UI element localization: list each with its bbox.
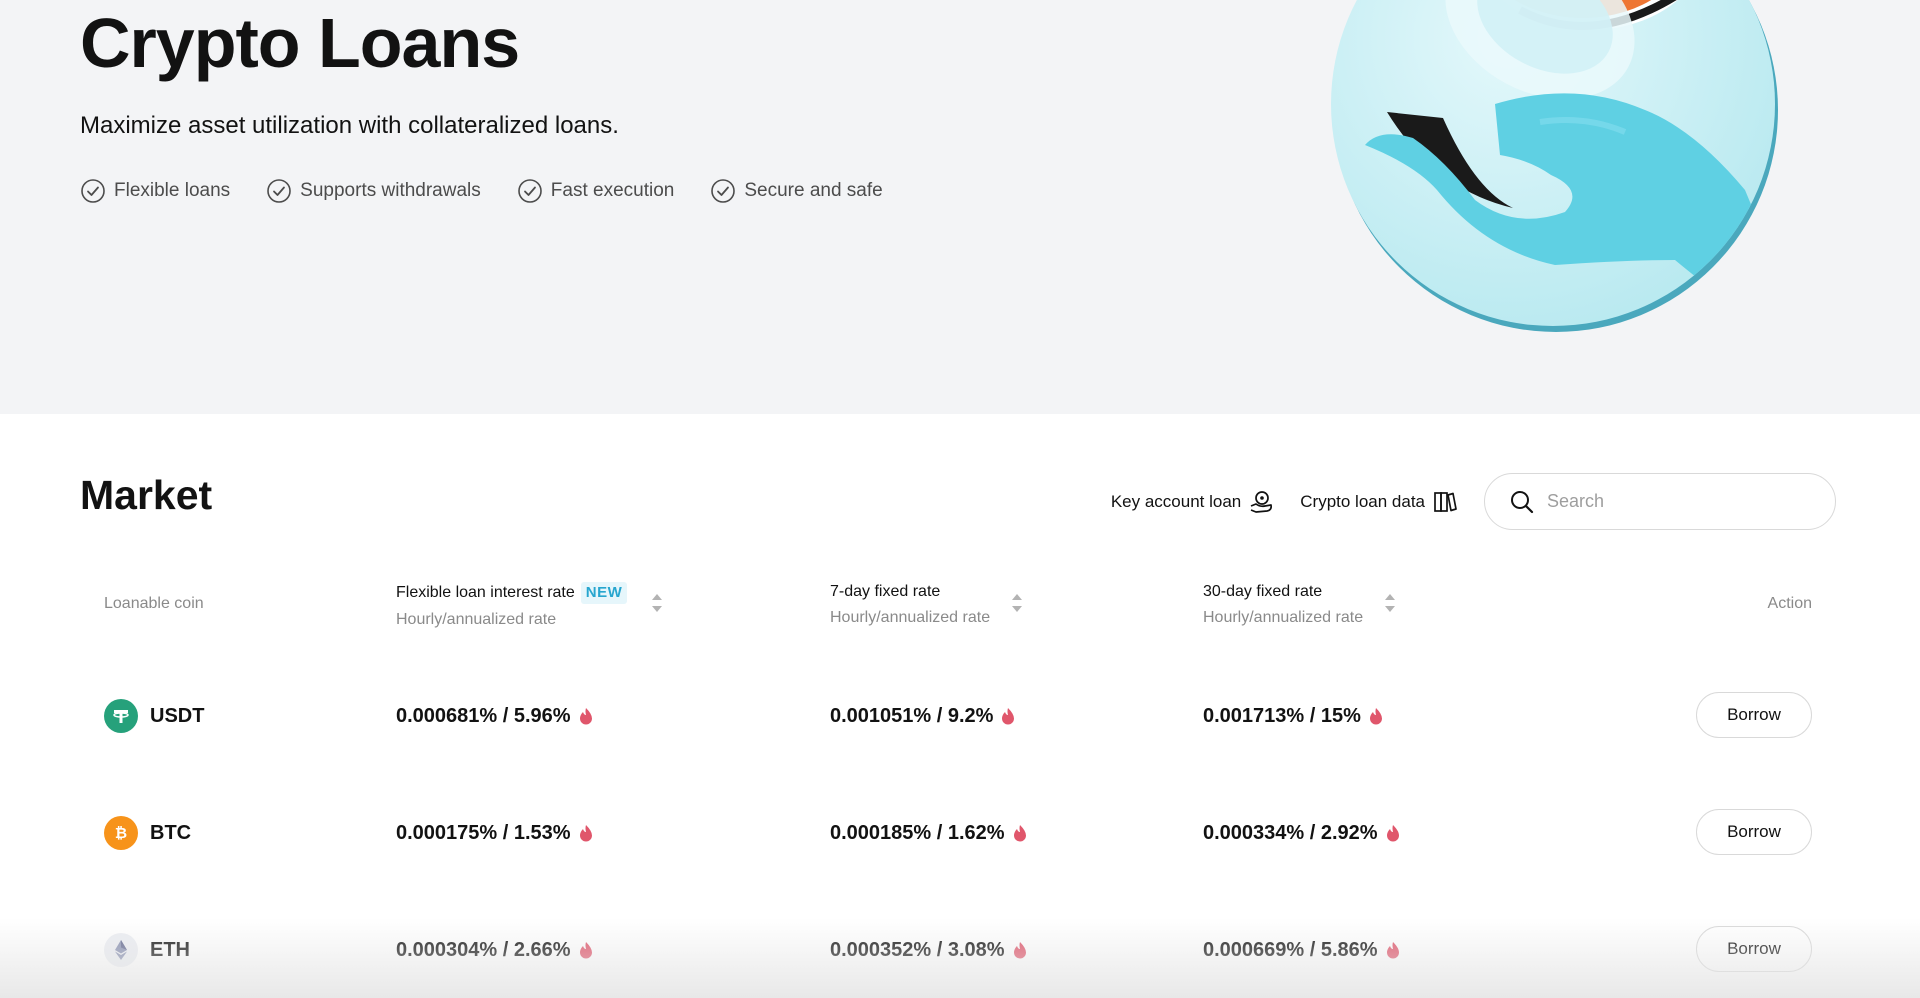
search-input[interactable] (1547, 491, 1807, 512)
borrow-button[interactable]: Borrow (1696, 692, 1812, 738)
feature-item: Supports withdrawals (266, 178, 481, 204)
column-header-flexible[interactable]: Flexible loan interest rate NEW Hourly/a… (396, 582, 628, 630)
flame-icon (1369, 707, 1383, 725)
feature-list: Flexible loans Supports withdrawals Fast… (80, 178, 919, 204)
search-icon (1511, 490, 1534, 513)
check-circle-icon (710, 178, 736, 204)
flame-icon (1001, 707, 1015, 725)
column-header-coin: Loanable coin (104, 595, 204, 612)
key-account-loan-label: Key account loan (1110, 491, 1242, 511)
feature-label: Flexible loans (114, 180, 231, 201)
rate-value: 0.000304% / 2.66% (396, 938, 571, 961)
flame-icon (579, 707, 593, 725)
check-circle-icon (266, 178, 292, 204)
tether-icon (104, 699, 138, 733)
flexible-rate: 0.000175% / 1.53% (396, 785, 593, 881)
check-circle-icon (517, 178, 543, 204)
rate-value: 0.000175% / 1.53% (396, 821, 571, 844)
column-header-30day-label: 30-day fixed rate (1203, 583, 1323, 600)
column-subheader: Hourly/annualized rate (1203, 609, 1364, 626)
flame-icon (579, 941, 593, 959)
coin-cell: ETH (104, 902, 190, 998)
borrow-button[interactable]: Borrow (1696, 926, 1812, 972)
crypto-loan-data-label: Crypto loan data (1300, 491, 1425, 511)
crypto-loan-data-link[interactable]: Crypto loan data (1300, 489, 1458, 515)
sort-icon[interactable] (1011, 592, 1023, 614)
page-title: Crypto Loans (80, 4, 520, 82)
ethereum-icon (104, 933, 138, 967)
hero-banner: Crypto Loans Maximize asset utilization … (0, 0, 1920, 414)
column-header-7day[interactable]: 7-day fixed rate Hourly/annualized rate (830, 582, 990, 628)
feature-label: Secure and safe (744, 180, 883, 201)
new-badge: NEW (580, 582, 628, 604)
borrow-button[interactable]: Borrow (1696, 809, 1812, 855)
flame-icon (1386, 824, 1400, 842)
market-toolbar: Key account loan Crypto loan data (1111, 473, 1836, 530)
feature-label: Supports withdrawals (300, 180, 481, 201)
flame-icon (1013, 824, 1027, 842)
feature-label: Fast execution (550, 180, 675, 201)
coin-cell: ₿ BTC (104, 785, 191, 881)
column-header-flexible-label: Flexible loan interest rate (396, 584, 575, 601)
sort-icon[interactable] (651, 592, 663, 614)
rate-value: 0.001051% / 9.2% (830, 704, 994, 727)
column-header-30day[interactable]: 30-day fixed rate Hourly/annualized rate (1203, 582, 1363, 628)
search-field[interactable] (1484, 473, 1836, 530)
hero-subtitle: Maximize asset utilization with collater… (80, 112, 619, 139)
coin-name: BTC (150, 821, 192, 844)
table-row: USDT 0.000681% / 5.96% 0.001051% / 9.2% … (0, 668, 1920, 764)
books-icon (1434, 491, 1457, 512)
rate-value: 0.000669% / 5.86% (1203, 938, 1378, 961)
bitcoin-icon: ₿ (104, 816, 138, 850)
rate-value: 0.001713% / 15% (1203, 704, 1361, 727)
thirty-day-rate: 0.000334% / 2.92% (1203, 785, 1400, 881)
seven-day-rate: 0.000185% / 1.62% (830, 785, 1027, 881)
key-account-loan-link[interactable]: Key account loan (1111, 489, 1274, 515)
flame-icon (579, 824, 593, 842)
table-row: ETH 0.000304% / 2.66% 0.000352% / 3.08% … (0, 902, 1920, 998)
flame-icon (1013, 941, 1027, 959)
market-heading: Market (80, 472, 213, 518)
table-row: ₿ BTC 0.000175% / 1.53% 0.000185% / 1.62… (0, 785, 1920, 881)
rate-value: 0.000334% / 2.92% (1203, 821, 1378, 844)
feature-item: Fast execution (517, 178, 675, 204)
hand-coin-illustration (1331, 0, 1778, 332)
rate-value: 0.000681% / 5.96% (396, 704, 571, 727)
thirty-day-rate: 0.001713% / 15% (1203, 668, 1383, 764)
seven-day-rate: 0.001051% / 9.2% (830, 668, 1015, 764)
flexible-rate: 0.000304% / 2.66% (396, 902, 593, 998)
check-circle-icon (80, 178, 106, 204)
flame-icon (1386, 941, 1400, 959)
feature-item: Flexible loans (80, 178, 230, 204)
sort-icon[interactable] (1384, 592, 1396, 614)
svg-text:₿: ₿ (115, 824, 127, 842)
rate-value: 0.000185% / 1.62% (830, 821, 1005, 844)
coin-name: USDT (150, 704, 205, 727)
column-header-action: Action (1767, 595, 1812, 612)
column-header-7day-label: 7-day fixed rate (830, 583, 941, 600)
coin-cell: USDT (104, 668, 204, 764)
column-subheader: Hourly/annualized rate (396, 611, 557, 628)
user-hand-icon (1250, 490, 1273, 513)
coin-name: ETH (150, 938, 190, 961)
thirty-day-rate: 0.000669% / 5.86% (1203, 902, 1400, 998)
flexible-rate: 0.000681% / 5.96% (396, 668, 593, 764)
feature-item: Secure and safe (710, 178, 883, 204)
rate-value: 0.000352% / 3.08% (830, 938, 1005, 961)
column-subheader: Hourly/annualized rate (830, 609, 991, 626)
seven-day-rate: 0.000352% / 3.08% (830, 902, 1027, 998)
